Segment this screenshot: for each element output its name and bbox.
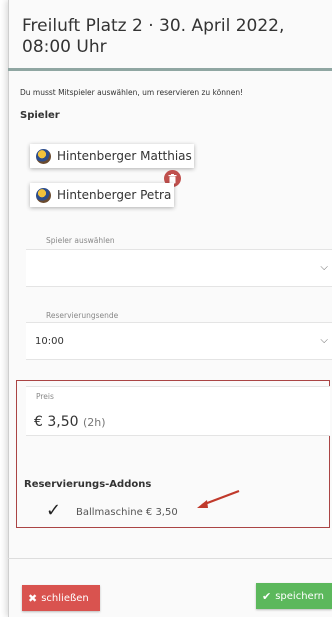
players-label: Spieler <box>20 110 60 121</box>
addon-label: Ballmaschine € 3,50 <box>76 507 178 518</box>
footer-divider <box>8 558 332 559</box>
reservation-end-label: Reservierungsende <box>46 311 119 320</box>
price-duration: (2h) <box>82 416 106 429</box>
avatar <box>36 148 51 164</box>
price-field: Preis € 3,50 (2h) <box>26 386 330 436</box>
close-icon: ✖ <box>28 591 38 605</box>
title-line-1: Freiluft Platz 2 · 30. April 2022, <box>22 16 285 36</box>
chevron-down-icon: ⌵ <box>320 335 328 346</box>
player-chip-petra[interactable]: Hintenberger Petra <box>30 183 174 207</box>
checkmark-icon[interactable]: ✓ <box>46 500 61 521</box>
addons-label: Reservierungs-Addons <box>24 479 152 490</box>
reservation-end-select[interactable]: 10:00 ⌵ <box>26 322 332 360</box>
player-name: Hintenberger Matthias <box>57 149 192 163</box>
price-label: Preis <box>36 392 54 401</box>
title-divider <box>8 68 332 71</box>
close-label: schließen <box>41 592 89 604</box>
reservation-end-value: 10:00 <box>35 335 64 347</box>
player-select[interactable]: ⌵ <box>26 249 332 287</box>
annotation-arrow-icon <box>197 489 240 508</box>
check-icon: ✔ <box>262 589 272 603</box>
close-button[interactable]: ✖ schließen <box>22 585 100 611</box>
avatar <box>36 187 51 203</box>
price-amount: € 3,50 <box>34 414 79 430</box>
player-chip-matthias[interactable]: Hintenberger Matthias <box>30 144 194 168</box>
chevron-down-icon: ⌵ <box>320 262 328 273</box>
player-name: Hintenberger Petra <box>57 188 172 202</box>
player-select-label: Spieler auswählen <box>46 236 115 245</box>
save-label: speichern <box>275 590 324 602</box>
modal-title: Freiluft Platz 2 · 30. April 2022, 08:00… <box>22 16 322 58</box>
price-value: € 3,50 (2h) <box>34 414 106 430</box>
title-line-2: 08:00 Uhr <box>22 37 107 57</box>
player-hint: Du musst Mitspieler auswählen, um reserv… <box>20 88 244 97</box>
save-button[interactable]: ✔ speichern <box>256 583 332 609</box>
